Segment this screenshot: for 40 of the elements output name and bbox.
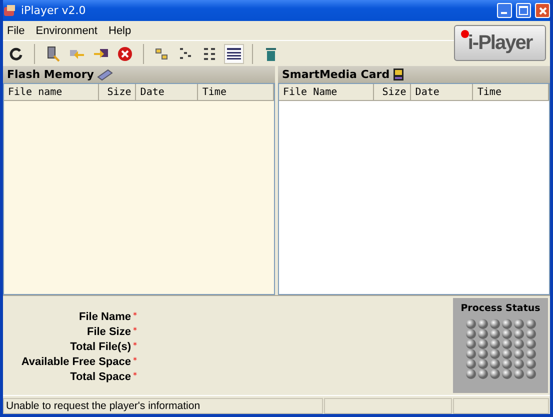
info-value: * — [132, 310, 138, 322]
column-header[interactable]: Date — [136, 84, 198, 101]
logo: i-Player — [454, 25, 546, 61]
menu-item[interactable]: Environment — [36, 24, 98, 36]
close-icon — [538, 6, 546, 14]
memory-card-icon — [392, 68, 404, 81]
info-value: * — [132, 326, 138, 336]
column-header[interactable]: File Name — [279, 84, 374, 101]
column-header[interactable]: Time — [198, 84, 274, 101]
column-header[interactable]: Size — [374, 84, 412, 101]
close-button[interactable] — [535, 3, 550, 18]
info-label: Available Free Space — [20, 356, 131, 368]
column-header[interactable]: File name — [4, 84, 98, 101]
info-label: Total File(s) — [69, 340, 131, 352]
status-message: Unable to request the player's information — [3, 398, 323, 414]
trash-icon[interactable] — [263, 46, 279, 62]
panel-title: SmartMedia Card — [282, 68, 390, 81]
led-grid-icon — [464, 319, 536, 379]
maximize-icon — [519, 6, 528, 15]
column-header[interactable]: Time — [473, 84, 549, 101]
process-status-title: Process Status — [460, 303, 540, 314]
panel-title: Flash Memory — [7, 68, 94, 81]
info-label: File Size — [86, 326, 131, 338]
column-header[interactable]: Size — [98, 84, 136, 101]
info-value: * — [132, 356, 138, 366]
info-value: * — [132, 340, 138, 352]
memory-chip-icon — [96, 68, 113, 80]
maximize-button[interactable] — [516, 3, 531, 18]
computer-search-icon[interactable] — [45, 46, 61, 62]
menu-item[interactable]: Help — [108, 24, 132, 36]
info-label: File Name — [78, 310, 131, 322]
column-header[interactable]: Date — [411, 84, 474, 101]
app-icon — [3, 4, 17, 18]
refresh-icon[interactable] — [8, 46, 24, 62]
info-label: Total Space — [69, 370, 131, 382]
minimize-button[interactable] — [497, 3, 512, 18]
menu-item[interactable]: File — [7, 24, 25, 36]
info-value: * — [132, 370, 138, 382]
window-title: iPlayer v2.0 — [21, 4, 87, 17]
stop-icon[interactable] — [117, 46, 133, 62]
